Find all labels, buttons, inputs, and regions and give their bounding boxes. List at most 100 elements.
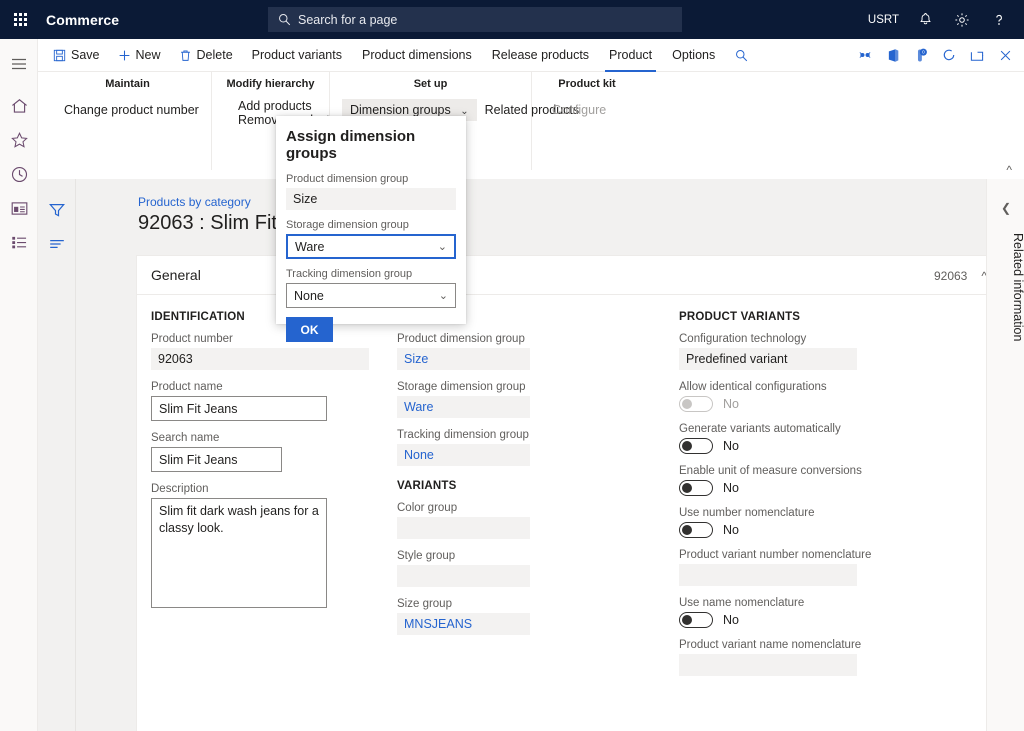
product-variants-heading: PRODUCT VARIANTS xyxy=(679,311,901,323)
style-group-value[interactable] xyxy=(397,565,530,587)
search-name-input[interactable]: Slim Fit Jeans xyxy=(151,447,282,472)
field-use-number-nomenclature: Use number nomenclature No xyxy=(679,507,901,538)
ribbon-group-maintain: Maintain Change product number xyxy=(44,72,212,170)
field-label: Product number xyxy=(151,333,369,345)
toggle-value: No xyxy=(723,613,739,627)
action-pane-right-icons: 0 xyxy=(852,39,1018,71)
filter-icon[interactable] xyxy=(38,193,76,227)
configuration-technology-value[interactable]: Predefined variant xyxy=(679,348,857,370)
top-navigation-bar: Commerce Search for a page USRT xyxy=(0,0,1024,39)
toggle-value: No xyxy=(723,481,739,495)
product-variant-number-nomenclature-value[interactable] xyxy=(679,564,857,586)
popout-icon[interactable] xyxy=(964,39,990,71)
field-label: Product name xyxy=(151,381,369,393)
use-number-nomenclature-toggle[interactable] xyxy=(679,522,713,538)
close-icon[interactable] xyxy=(992,39,1018,71)
breadcrumb[interactable]: Products by category xyxy=(138,195,251,209)
configure-button: Configure xyxy=(544,99,614,121)
home-icon[interactable] xyxy=(0,89,38,123)
refresh-icon[interactable] xyxy=(936,39,962,71)
tab-label: Options xyxy=(672,48,715,62)
product-variants-column: PRODUCT VARIANTS Configuration technolog… xyxy=(665,311,915,687)
field-color-group: Color group xyxy=(397,502,587,539)
attachments-icon[interactable] xyxy=(852,39,878,71)
toggle-value: No xyxy=(723,439,739,453)
tab-product[interactable]: Product xyxy=(599,39,662,71)
dimension-groups-column: Product dimension group Size Storage dim… xyxy=(383,311,601,687)
color-group-value[interactable] xyxy=(397,517,530,539)
field-label: Product dimension group xyxy=(286,173,456,185)
chevron-left-icon[interactable]: ❮ xyxy=(987,193,1024,223)
clock-icon[interactable] xyxy=(0,157,38,191)
dialog-product-dimension-group-value: Size xyxy=(286,188,456,210)
field-label: Storage dimension group xyxy=(397,381,587,393)
description-textarea[interactable]: Slim fit dark wash jeans for a classy lo… xyxy=(151,498,327,608)
page-content: Products by category 92063 : Slim Fit Je… xyxy=(38,179,986,731)
field-label: Tracking dimension group xyxy=(286,268,456,280)
svg-text:0: 0 xyxy=(922,49,925,54)
global-search-input[interactable]: Search for a page xyxy=(268,7,682,32)
action-pane: Save New Delete Product variants Product… xyxy=(38,39,1024,179)
field-size-group: Size group MNSJEANS xyxy=(397,598,587,635)
use-name-nomenclature-toggle[interactable] xyxy=(679,612,713,628)
field-product-variant-name-nomenclature: Product variant name nomenclature xyxy=(679,639,901,676)
storage-dimension-group-value[interactable]: Ware xyxy=(397,396,530,418)
filter-side-bar xyxy=(38,179,76,731)
dialog-field-product-dimension-group: Product dimension group Size xyxy=(286,173,456,210)
action-pane-ribbon: Maintain Change product number Modify hi… xyxy=(38,72,1024,178)
tab-release-products[interactable]: Release products xyxy=(482,39,599,71)
size-group-value[interactable]: MNSJEANS xyxy=(397,613,530,635)
tab-label: Product variants xyxy=(252,48,342,62)
field-label: Use number nomenclature xyxy=(679,507,901,519)
gear-icon[interactable] xyxy=(945,0,979,39)
related-information-label[interactable]: Related information xyxy=(987,233,1024,341)
office-icon[interactable] xyxy=(880,39,906,71)
modules-list-icon[interactable] xyxy=(0,225,38,259)
new-label: New xyxy=(136,48,161,62)
generate-variants-automatically-toggle[interactable] xyxy=(679,438,713,454)
fasttab-header[interactable]: General 92063 ^ xyxy=(137,256,1001,295)
star-icon[interactable] xyxy=(0,123,38,157)
dialog-title: Assign dimension groups xyxy=(286,128,456,162)
workspaces-icon[interactable] xyxy=(0,191,38,225)
hamburger-menu-icon[interactable] xyxy=(0,47,38,81)
tab-options[interactable]: Options xyxy=(662,39,725,71)
app-launcher-icon[interactable] xyxy=(0,0,40,39)
field-label: Product variant number nomenclature xyxy=(679,549,901,561)
product-name-input[interactable]: Slim Fit Jeans xyxy=(151,396,327,421)
save-button[interactable]: Save xyxy=(44,39,109,71)
allow-identical-configurations-toggle xyxy=(679,396,713,412)
bell-icon[interactable] xyxy=(908,0,942,39)
tab-product-dimensions[interactable]: Product dimensions xyxy=(352,39,482,71)
field-label: Use name nomenclature xyxy=(679,597,901,609)
dialog-tracking-dimension-group-select[interactable]: None ⌄ xyxy=(286,283,456,308)
product-variant-name-nomenclature-value[interactable] xyxy=(679,654,857,676)
product-dimension-group-value[interactable]: Size xyxy=(397,348,530,370)
fasttab-header-right: 92063 ^ xyxy=(934,256,987,295)
dialog-ok-button[interactable]: OK xyxy=(286,317,333,342)
add-products-button[interactable]: Add products xyxy=(224,99,317,113)
new-button[interactable]: New xyxy=(109,39,170,71)
chevron-down-icon: ⌄ xyxy=(438,240,447,253)
field-label: Generate variants automatically xyxy=(679,423,901,435)
topbar-right-actions: USRT xyxy=(862,0,1016,39)
tracking-dimension-group-value[interactable]: None xyxy=(397,444,530,466)
ribbon-group-title: Maintain xyxy=(56,78,199,90)
delete-button[interactable]: Delete xyxy=(170,39,242,71)
identification-column: IDENTIFICATION Product number 92063 Prod… xyxy=(137,311,383,687)
list-lines-icon[interactable] xyxy=(38,227,76,261)
fasttab-summary-code: 92063 xyxy=(934,269,967,283)
notifications-icon[interactable]: 0 xyxy=(908,39,934,71)
global-search-placeholder: Search for a page xyxy=(298,13,397,27)
action-pane-tab-strip: Save New Delete Product variants Product… xyxy=(38,39,1024,72)
field-description: Description Slim fit dark wash jeans for… xyxy=(151,483,369,608)
company-selector[interactable]: USRT xyxy=(862,0,905,39)
enable-unit-of-measure-conversions-toggle[interactable] xyxy=(679,480,713,496)
question-mark-icon[interactable] xyxy=(982,0,1016,39)
dialog-storage-dimension-group-select[interactable]: Ware ⌄ xyxy=(286,234,456,259)
tab-product-variants[interactable]: Product variants xyxy=(242,39,352,71)
action-search-icon[interactable] xyxy=(725,39,758,71)
search-icon xyxy=(278,13,291,26)
collapse-action-pane-icon[interactable]: ^ xyxy=(1006,163,1012,177)
change-product-number-button[interactable]: Change product number xyxy=(56,99,207,121)
